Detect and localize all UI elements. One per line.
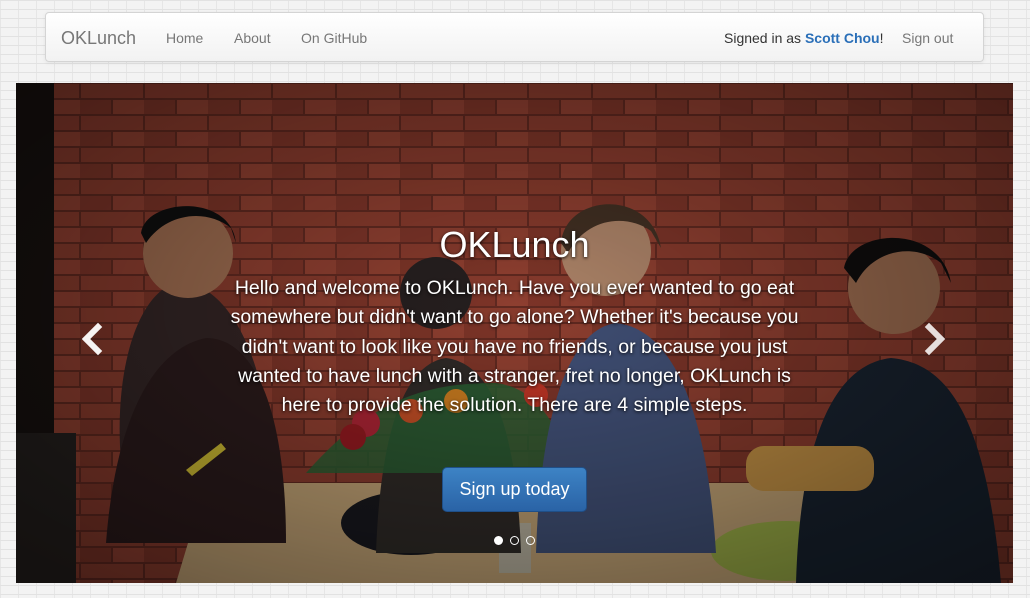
hero-description: Hello and welcome to OKLunch. Have you e… xyxy=(230,277,799,417)
sign-out-link[interactable]: Sign out xyxy=(902,30,953,46)
carousel-indicator-2[interactable] xyxy=(510,536,519,545)
carousel-indicator-1[interactable] xyxy=(494,536,503,545)
chevron-right-icon xyxy=(924,322,946,356)
navbar: OKLunch Home About On GitHub Signed in a… xyxy=(45,12,984,62)
carousel-next-control[interactable] xyxy=(919,319,949,359)
carousel-prev-control[interactable] xyxy=(78,319,108,359)
hero-title: OKLunch xyxy=(439,224,590,265)
nav-about-link[interactable]: About xyxy=(234,30,271,46)
carousel-indicator-3[interactable] xyxy=(526,536,535,545)
nav-github-link[interactable]: On GitHub xyxy=(301,30,367,46)
nav-home-link[interactable]: Home xyxy=(166,30,203,46)
hero-carousel: OKLunch Hello and welcome to OKLunch. Ha… xyxy=(16,83,1013,583)
user-name-link[interactable]: Scott Chou xyxy=(805,30,880,46)
sign-up-button[interactable]: Sign up today xyxy=(442,467,587,512)
signed-in-suffix: ! xyxy=(879,30,884,46)
signed-in-text: Signed in as Scott Chou! xyxy=(724,30,884,46)
signed-in-prefix: Signed in as xyxy=(724,30,802,46)
brand-link[interactable]: OKLunch xyxy=(61,28,136,49)
chevron-left-icon xyxy=(81,322,103,356)
